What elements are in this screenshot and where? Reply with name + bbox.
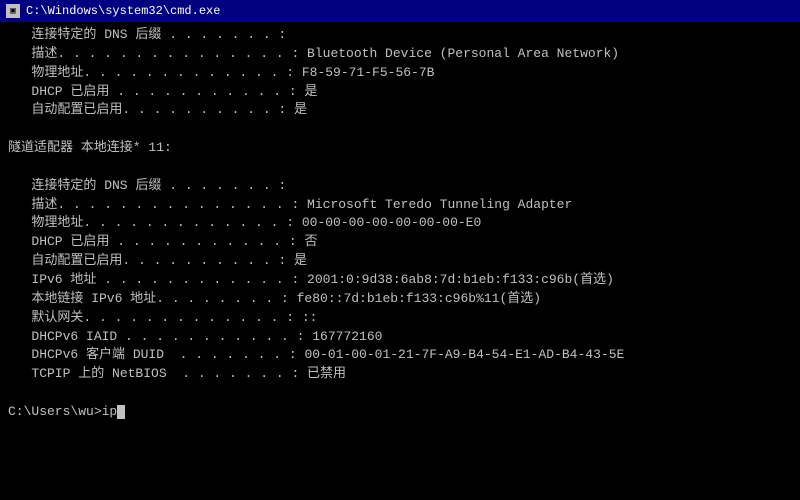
- title-bar: ▣ C:\Windows\system32\cmd.exe: [0, 0, 800, 22]
- title-bar-icon: ▣: [6, 4, 20, 18]
- cursor: [117, 405, 125, 419]
- title-bar-title: C:\Windows\system32\cmd.exe: [26, 4, 220, 18]
- terminal-window[interactable]: 连接特定的 DNS 后缀 . . . . . . . : 描述. . . . .…: [0, 22, 800, 500]
